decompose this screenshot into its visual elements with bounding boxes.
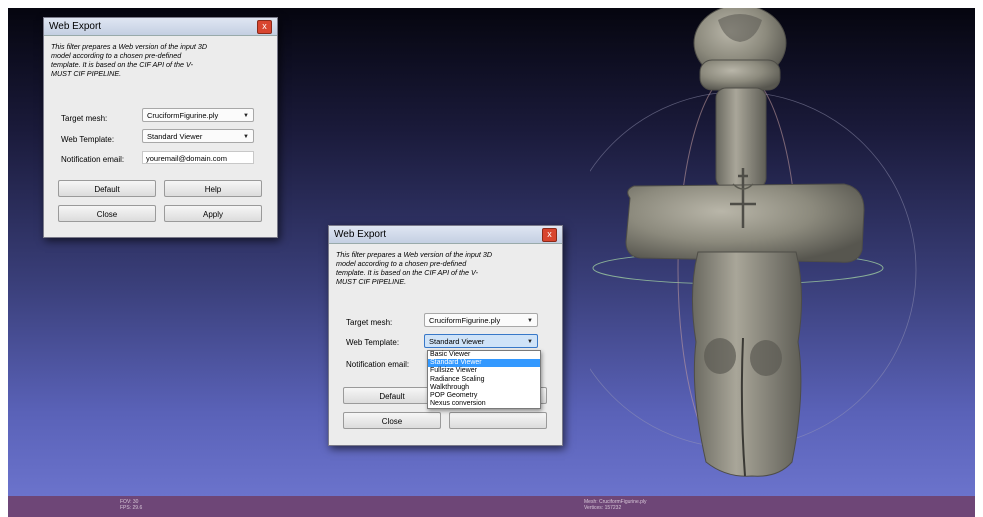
status-left: FOV: 30 FPS: 29.6 [120, 499, 142, 511]
target-mesh-label: Target mesh: [346, 318, 393, 327]
description-line: model according to a chosen pre-defined [51, 51, 182, 60]
dialog-description: This filter prepares a Web version of th… [51, 42, 271, 78]
dialog-titlebar[interactable]: Web Export x [329, 226, 562, 244]
notification-email-label: Notification email: [346, 360, 410, 369]
dropdown-option-pop-geometry[interactable]: POP Geometry [428, 392, 540, 400]
web-template-dropdown-list[interactable]: Basic Viewer Standard Viewer Fullsize Vi… [427, 350, 541, 410]
web-template-select[interactable]: Standard Viewer ▼ [142, 129, 254, 143]
web-template-label: Web Template: [61, 135, 115, 144]
web-template-value: Standard Viewer [147, 132, 203, 141]
web-export-dialog-front: Web Export x This filter prepares a Web … [328, 225, 563, 446]
close-button[interactable]: Close [58, 205, 156, 222]
dropdown-option-radiance-scaling[interactable]: Radiance Scaling [428, 376, 540, 384]
dropdown-option-standard-viewer[interactable]: Standard Viewer [428, 359, 540, 368]
web-template-label: Web Template: [346, 338, 400, 347]
frame-border-right [975, 0, 983, 517]
target-mesh-label: Target mesh: [61, 114, 108, 123]
frame-border-top [0, 0, 983, 8]
dialog-title: Web Export [334, 229, 387, 240]
close-icon[interactable]: x [257, 20, 272, 34]
chevron-down-icon: ▼ [243, 113, 249, 119]
notification-email-input[interactable]: youremail@domain.com [142, 151, 254, 164]
target-mesh-value: CruciformFigurine.ply [429, 316, 501, 325]
dialog-title: Web Export [49, 21, 102, 32]
description-line: MUST CIF PIPELINE. [336, 277, 407, 286]
frame-border-left [0, 0, 8, 517]
description-line: model according to a chosen pre-defined [336, 259, 467, 268]
figurine-model-icon[interactable] [590, 8, 920, 486]
description-line: template. It is based on the CIF API of … [51, 60, 193, 69]
help-button[interactable]: Help [164, 180, 262, 197]
apply-button[interactable] [449, 412, 547, 429]
chevron-down-icon: ▼ [243, 134, 249, 140]
description-line: MUST CIF PIPELINE. [51, 69, 122, 78]
web-template-select[interactable]: Standard Viewer ▼ [424, 334, 538, 348]
dropdown-option-nexus-conversion[interactable]: Nexus conversion [428, 400, 540, 408]
dropdown-option-fullsize-viewer[interactable]: Fullsize Viewer [428, 367, 540, 375]
status-bar: FOV: 30 FPS: 29.6 Mesh: CruciformFigurin… [8, 496, 975, 517]
target-mesh-select[interactable]: CruciformFigurine.ply ▼ [142, 108, 254, 122]
chevron-down-icon: ▼ [527, 339, 533, 345]
description-line: This filter prepares a Web version of th… [51, 42, 208, 51]
web-export-dialog: Web Export x This filter prepares a Web … [43, 17, 278, 238]
dropdown-option-walkthrough[interactable]: Walkthrough [428, 384, 540, 392]
target-mesh-select[interactable]: CruciformFigurine.ply ▼ [424, 313, 538, 327]
close-icon[interactable]: x [542, 228, 557, 242]
dialog-description: This filter prepares a Web version of th… [336, 250, 556, 286]
description-line: This filter prepares a Web version of th… [336, 250, 493, 259]
dropdown-option-basic-viewer[interactable]: Basic Viewer [428, 351, 540, 359]
vertices-readout: Vertices: 157232 [584, 505, 622, 511]
status-right: Mesh: CruciformFigurine.ply Vertices: 15… [584, 499, 647, 511]
default-button[interactable]: Default [58, 180, 156, 197]
chevron-down-icon: ▼ [527, 318, 533, 324]
notification-email-label: Notification email: [61, 155, 125, 164]
close-button[interactable]: Close [343, 412, 441, 429]
description-line: template. It is based on the CIF API of … [336, 268, 478, 277]
web-template-value: Standard Viewer [429, 337, 485, 346]
apply-button[interactable]: Apply [164, 205, 262, 222]
dialog-titlebar[interactable]: Web Export x [44, 18, 277, 36]
target-mesh-value: CruciformFigurine.ply [147, 111, 219, 120]
viewport-3d[interactable]: Web Export x This filter prepares a Web … [0, 0, 983, 517]
fps-readout: FPS: 29.6 [120, 505, 143, 511]
